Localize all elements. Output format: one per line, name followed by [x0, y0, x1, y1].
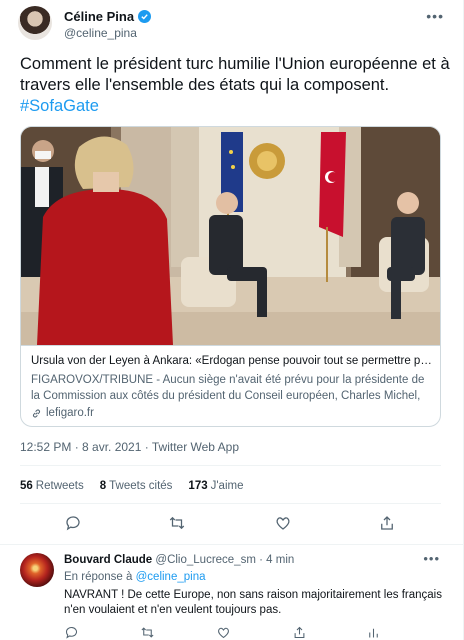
likes-count: 173 — [188, 480, 208, 492]
quotes-label: Tweets cités — [109, 480, 173, 492]
author-name[interactable]: Céline Pina — [64, 9, 134, 24]
more-icon[interactable]: ••• — [426, 8, 444, 24]
verified-icon — [138, 10, 152, 23]
reply-author-name[interactable]: Bouvard Claude — [64, 554, 152, 566]
retweets-count: 56 — [20, 480, 33, 492]
card-photo — [21, 127, 440, 345]
reply-header: Bouvard Claude @Clio_Lucrece_sm · 4 min — [64, 554, 294, 566]
divider — [20, 465, 441, 466]
tweet-stats: 56 Retweets 8 Tweets cités 173 J'aime — [20, 480, 243, 492]
card-domain-row: lefigaro.fr — [31, 407, 432, 419]
tweet-timestamp[interactable]: 12:52 PM · 8 avr. 2021 · Twitter Web App — [20, 440, 239, 454]
retweets-stat[interactable]: 56 Retweets — [20, 480, 84, 492]
retweets-label: Retweets — [35, 480, 84, 492]
tweet-text-body: Comment le président turc humilie l'Unio… — [20, 55, 450, 94]
reply-author-handle[interactable]: @Clio_Lucrece_sm — [155, 554, 256, 566]
share-icon[interactable] — [378, 514, 398, 534]
reply-to-link[interactable]: @celine_pina — [136, 571, 206, 583]
reply-context: En réponse à @celine_pina — [64, 571, 205, 583]
hashtag-link[interactable]: #SofaGate — [20, 97, 99, 115]
like-icon[interactable] — [216, 625, 236, 640]
card-body: Ursula von der Leyen à Ankara: «Erdogan … — [21, 345, 440, 426]
share-icon[interactable] — [292, 625, 312, 640]
author-avatar[interactable] — [18, 6, 52, 40]
analytics-icon[interactable] — [366, 625, 386, 640]
link-icon — [32, 409, 41, 417]
likes-label: J'aime — [210, 480, 244, 492]
quotes-count: 8 — [99, 480, 107, 492]
reply-actions — [64, 625, 444, 640]
author-name-row: Céline Pina — [64, 9, 152, 24]
card-photo-illustration — [21, 127, 440, 345]
retweet-icon[interactable] — [168, 514, 188, 534]
card-domain: lefigaro.fr — [46, 407, 94, 419]
author-handle[interactable]: @celine_pina — [64, 26, 137, 40]
reply-avatar[interactable] — [20, 553, 54, 587]
likes-stat[interactable]: 173 J'aime — [188, 480, 243, 492]
reply-time[interactable]: · 4 min — [259, 554, 294, 566]
reply-tweet[interactable]: Bouvard Claude @Clio_Lucrece_sm · 4 min … — [0, 544, 464, 640]
more-icon[interactable]: ••• — [423, 551, 440, 566]
reply-text: NAVRANT ! De cette Europe, non sans rais… — [64, 589, 442, 616]
tweet-actions — [20, 514, 441, 536]
retweet-icon[interactable] — [140, 625, 160, 640]
like-icon[interactable] — [274, 514, 294, 534]
tweet-header: Céline Pina @celine_pina ••• — [18, 6, 448, 46]
divider — [20, 503, 441, 504]
link-card[interactable]: Ursula von der Leyen à Ankara: «Erdogan … — [20, 126, 441, 427]
tweet-text: Comment le président turc humilie l'Unio… — [20, 54, 450, 117]
card-description: FIGAROVOX/TRIBUNE - Aucun siège n'avait … — [31, 374, 425, 402]
reply-prefix: En réponse à — [64, 571, 133, 583]
quotes-stat[interactable]: 8 Tweets cités — [100, 480, 173, 492]
reply-icon[interactable] — [64, 514, 84, 534]
reply-icon[interactable] — [64, 625, 84, 640]
tweet-detail: Céline Pina @celine_pina ••• Comment le … — [0, 0, 464, 640]
card-title: Ursula von der Leyen à Ankara: «Erdogan … — [31, 355, 432, 367]
